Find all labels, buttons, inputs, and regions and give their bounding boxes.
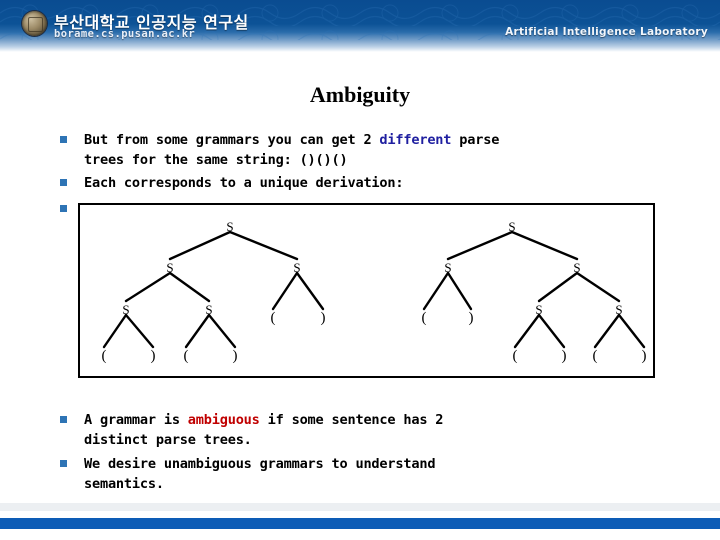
university-seal-icon bbox=[22, 11, 47, 36]
bullet-text: Each corresponds to a unique derivation: bbox=[84, 173, 404, 193]
tree-edge bbox=[124, 313, 155, 349]
tree-edge bbox=[575, 271, 621, 303]
tree-terminal-label: ( bbox=[102, 348, 107, 364]
footer-spacer bbox=[0, 503, 720, 511]
tree-edge bbox=[102, 313, 128, 349]
bullet-text: We desire unambiguous grammars to unders… bbox=[84, 454, 436, 494]
bullet-square-icon bbox=[60, 416, 67, 423]
tree-nonterminal-label: S bbox=[122, 302, 129, 317]
tree-edge bbox=[228, 230, 299, 261]
bullet-text-segment: But from some grammars you can get 2 bbox=[84, 132, 380, 148]
tree-edge bbox=[510, 230, 579, 261]
tree-terminal-label: ( bbox=[422, 310, 427, 326]
organization-url: borame.cs.pusan.ac.kr bbox=[54, 28, 196, 40]
tree-terminal-label: ) bbox=[151, 348, 156, 364]
tree-terminal-label: ( bbox=[271, 310, 276, 326]
tree-nonterminal-label: S bbox=[508, 219, 515, 234]
bullet-text: A grammar is ambiguous if some sentence … bbox=[84, 410, 443, 450]
tree-edge bbox=[207, 313, 237, 349]
tree-nonterminal-label: S bbox=[205, 302, 212, 317]
bullet-text-segment: different bbox=[379, 132, 452, 148]
bullet-square-icon bbox=[60, 460, 67, 467]
tree-edge bbox=[422, 271, 450, 311]
tree-nonterminal-label: S bbox=[293, 260, 300, 275]
tree-edge bbox=[168, 230, 232, 261]
tree-nonterminal-label: S bbox=[226, 219, 233, 234]
tree-nonterminal-label: S bbox=[444, 260, 451, 275]
tree-edge bbox=[168, 271, 211, 303]
tree-terminal-label: ) bbox=[642, 348, 647, 364]
tree-edge bbox=[513, 313, 541, 349]
tree-terminal-label: ) bbox=[321, 310, 326, 326]
tree-terminal-label: ( bbox=[184, 348, 189, 364]
bullet-text-segment: A grammar is bbox=[84, 412, 188, 428]
tree-edge bbox=[617, 313, 646, 349]
bullet-item: We desire unambiguous grammars to unders… bbox=[60, 454, 680, 494]
tree-edge bbox=[184, 313, 211, 349]
right-parse-tree: S S S () S S () () bbox=[422, 219, 647, 364]
bullet-text-segment: We desire unambiguous grammars to unders… bbox=[84, 456, 436, 492]
tree-nonterminal-label: S bbox=[166, 260, 173, 275]
tree-nonterminal-label: S bbox=[573, 260, 580, 275]
bullet-square-icon bbox=[60, 136, 67, 143]
tree-terminal-label: ( bbox=[513, 348, 518, 364]
bullet-square-icon bbox=[60, 179, 67, 186]
tree-edge bbox=[593, 313, 621, 349]
header-banner: 부산대학교 인공지능 연구실 borame.cs.pusan.ac.kr Art… bbox=[0, 0, 720, 52]
tree-nonterminal-label: S bbox=[535, 302, 542, 317]
bullet-square-icon bbox=[60, 205, 67, 212]
bullet-item: Each corresponds to a unique derivation: bbox=[60, 173, 680, 193]
tree-terminal-label: ) bbox=[233, 348, 238, 364]
tree-terminal-label: ) bbox=[562, 348, 567, 364]
tree-edge bbox=[537, 313, 566, 349]
tree-edge bbox=[446, 230, 514, 261]
tree-edge bbox=[295, 271, 325, 311]
left-parse-tree: S S S S S () () () bbox=[102, 219, 326, 364]
tree-edge bbox=[124, 271, 172, 303]
footer-bar bbox=[0, 518, 720, 529]
tree-edge bbox=[537, 271, 579, 303]
bullet-text-segment: Each corresponds to a unique derivation: bbox=[84, 175, 404, 191]
tree-terminal-label: ( bbox=[593, 348, 598, 364]
page-title: Ambiguity bbox=[309, 82, 411, 107]
bullet-item: But from some grammars you can get 2 dif… bbox=[60, 130, 680, 170]
bullet-text-segment: ambiguous bbox=[187, 412, 260, 428]
tree-edge bbox=[446, 271, 473, 311]
tree-terminal-label: ) bbox=[469, 310, 474, 326]
parse-trees-svg: S S S S S () () () S S S () S S () () bbox=[102, 219, 647, 364]
laboratory-name: Artificial Intelligence Laboratory bbox=[505, 26, 708, 38]
bullet-item: A grammar is ambiguous if some sentence … bbox=[60, 410, 680, 450]
bullet-text: But from some grammars you can get 2 dif… bbox=[84, 130, 499, 170]
tree-nonterminal-label: S bbox=[615, 302, 622, 317]
parse-trees-figure: S S S S S () () () S S S () S S () () bbox=[78, 203, 655, 378]
tree-edge bbox=[271, 271, 299, 311]
